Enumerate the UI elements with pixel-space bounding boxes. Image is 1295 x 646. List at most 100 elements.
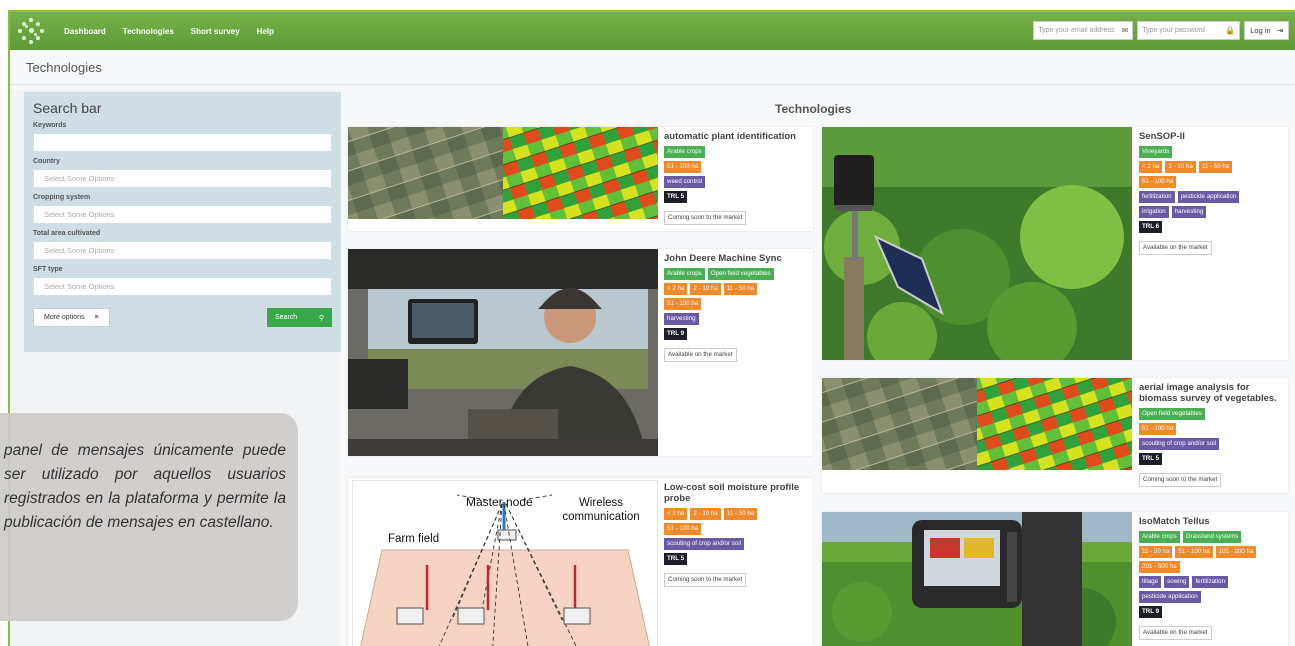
caption-overlay: panel de mensajes únicamente puede ser u… xyxy=(0,413,298,621)
status-badge: Coming soon to the market xyxy=(1139,473,1222,487)
card-info: aerial image analysis for biomass survey… xyxy=(1139,382,1287,487)
search-icon: ⚲ xyxy=(318,314,324,322)
tech-card[interactable]: Master node Farm field Wireless communic… xyxy=(348,478,813,646)
trl-badge: TRL 5 xyxy=(664,191,688,203)
task-tag: irrigation xyxy=(1139,206,1169,218)
task-tag: pesticide application xyxy=(1139,591,1201,603)
search-actions: More options ≡ Search ⚲ xyxy=(33,308,332,327)
search-panel: Search bar Keywords Country Select Some … xyxy=(24,92,341,352)
area-tag: < 2 ha xyxy=(1139,161,1163,173)
tractor-terminal-photo xyxy=(822,512,1132,646)
top-navbar: Dashboard Technologies Short survey Help… xyxy=(10,12,1295,50)
trl-badge: TRL 5 xyxy=(664,553,688,565)
country-select[interactable]: Select Some Options xyxy=(33,169,332,188)
crop-tag: Open field vegetables xyxy=(1139,408,1205,420)
tech-card[interactable]: John Deere Machine Sync Arable crops Ope… xyxy=(348,249,813,456)
area-tag: < 2 ha xyxy=(664,508,688,520)
card-image xyxy=(822,378,1132,470)
area-tag: 51 - 100 ha xyxy=(664,298,702,310)
aerial-photo xyxy=(348,127,658,219)
sensor-network-diagram: Master node Farm field Wireless communic… xyxy=(352,480,658,646)
email-field[interactable]: Type your email address ✉ xyxy=(1033,21,1134,40)
lock-icon: 🔒 xyxy=(1225,26,1236,35)
divider xyxy=(10,84,1295,85)
tech-card[interactable]: IsoMatch Tellus Arable crops Grassland s… xyxy=(822,512,1288,646)
task-tag: harvesting xyxy=(1171,206,1207,218)
cropping-select[interactable]: Select Some Options xyxy=(33,205,332,224)
card-title[interactable]: IsoMatch Tellus xyxy=(1139,516,1287,527)
task-tag: pesticide application xyxy=(1177,191,1240,203)
card-title[interactable]: aerial image analysis for biomass survey… xyxy=(1139,382,1287,404)
nav-help[interactable]: Help xyxy=(257,27,274,36)
page-title: Technologies xyxy=(26,60,102,75)
area-tag: 201 - 500 ha xyxy=(1139,561,1180,573)
area-tag: 11 - 50 ha xyxy=(1139,546,1173,558)
sft-select[interactable]: Select Some Options xyxy=(33,277,332,296)
card-title[interactable]: John Deere Machine Sync xyxy=(664,253,810,264)
area-tag: 51 - 100 ha xyxy=(1139,176,1177,188)
diagram-master-label: Master node xyxy=(466,495,533,509)
task-tag: fertilization xyxy=(1192,576,1229,588)
trl-badge: TRL 9 xyxy=(664,328,688,340)
sign-in-icon: ⇥ xyxy=(1276,26,1283,35)
area-tag: 2 - 10 ha xyxy=(1165,161,1196,173)
crop-tag: Arable crops xyxy=(664,268,705,280)
aerial-photo xyxy=(822,378,1132,470)
farmer-in-cab-photo xyxy=(348,249,658,456)
more-options-button[interactable]: More options ≡ xyxy=(33,308,110,327)
technologies-heading: Technologies xyxy=(775,102,852,116)
login-area: Type your email address ✉ Type your pass… xyxy=(1033,21,1289,40)
card-image xyxy=(822,512,1132,646)
area-tag: 11 - 50 ha xyxy=(723,508,758,520)
keywords-input[interactable] xyxy=(33,133,332,152)
area-tag: 2 - 10 ha xyxy=(690,283,721,295)
password-field[interactable]: Type your password 🔒 xyxy=(1137,21,1241,40)
area-tag: 101 - 200 ha xyxy=(1215,546,1257,558)
task-tag: fertilization xyxy=(1139,191,1175,203)
keywords-label: Keywords xyxy=(33,122,67,129)
card-info: Low-cost soil moisture profile probe < 2… xyxy=(664,482,810,587)
card-title[interactable]: Low-cost soil moisture profile probe xyxy=(664,482,810,504)
card-image xyxy=(348,249,658,456)
nav-technologies[interactable]: Technologies xyxy=(123,27,174,36)
task-tag: tillage xyxy=(1139,576,1162,588)
card-title[interactable]: automatic plant identification xyxy=(664,131,810,142)
status-badge: Available on the market xyxy=(1139,626,1212,640)
task-tag: scouting of crop and/or soil xyxy=(1139,438,1219,450)
trl-badge: TRL 9 xyxy=(1139,606,1163,618)
crop-tag: Vineyards xyxy=(1139,146,1173,158)
diagram-wireless-label: Wireless communication xyxy=(562,497,640,523)
card-info: automatic plant identification Arable cr… xyxy=(664,131,810,225)
crop-tag: Open field vegetables xyxy=(707,268,774,280)
task-tag: harvesting xyxy=(664,313,699,325)
envelope-icon: ✉ xyxy=(1121,26,1129,35)
task-tag: scouting of crop and/or soil xyxy=(664,538,744,550)
task-tag: weed control xyxy=(664,176,706,188)
area-tag: 51 - 100 ha xyxy=(1139,423,1177,435)
tech-card[interactable]: automatic plant identification Arable cr… xyxy=(348,127,813,231)
area-tag: 11 - 50 ha xyxy=(1198,161,1233,173)
menu-icon: ≡ xyxy=(94,314,99,321)
area-select[interactable]: Select Some Options xyxy=(33,241,332,260)
search-panel-title: Search bar xyxy=(33,100,102,116)
logo-icon[interactable] xyxy=(16,16,46,46)
tech-card[interactable]: SenSOP-II Vineyards < 2 ha 2 - 10 ha 11 … xyxy=(822,127,1288,360)
tech-card[interactable]: aerial image analysis for biomass survey… xyxy=(822,378,1288,493)
card-info: John Deere Machine Sync Arable crops Ope… xyxy=(664,253,810,362)
card-image xyxy=(822,127,1132,360)
card-title[interactable]: SenSOP-II xyxy=(1139,131,1285,142)
login-button[interactable]: Log in ⇥ xyxy=(1244,21,1289,40)
status-badge: Coming soon to the market xyxy=(664,573,747,587)
trl-badge: TRL 6 xyxy=(1139,221,1163,233)
status-badge: Coming soon to the market xyxy=(664,211,747,225)
diagram-field-label: Farm field xyxy=(388,533,439,545)
search-button[interactable]: Search ⚲ xyxy=(267,308,332,327)
more-options-label: More options xyxy=(44,314,85,321)
country-label: Country xyxy=(33,158,60,165)
login-label: Log in xyxy=(1250,26,1271,35)
area-tag: 2 - 10 ha xyxy=(690,508,721,520)
area-label: Total area cultivated xyxy=(33,230,101,237)
nav-short-survey[interactable]: Short survey xyxy=(191,27,240,36)
nav-dashboard[interactable]: Dashboard xyxy=(64,27,106,36)
status-badge: Available on the market xyxy=(1139,241,1212,255)
